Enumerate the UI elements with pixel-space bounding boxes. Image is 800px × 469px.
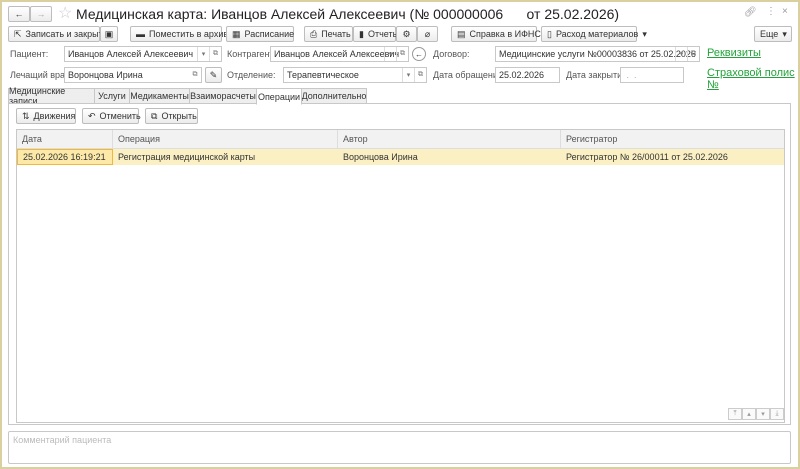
cancel-button[interactable]: ↶ Отменить (82, 108, 141, 124)
floppy-icon: ▣ (104, 28, 114, 39)
table-header: Дата Операция Автор Регистратор (17, 130, 784, 149)
column-header-registrar[interactable]: Регистратор (561, 130, 784, 148)
ifns-button[interactable]: ▤ Справка в ИФНС (451, 26, 541, 42)
calendar-icon: ▦ (232, 28, 241, 39)
edit-button[interactable]: ✎ (205, 67, 222, 83)
gears-icon: ⚙ (402, 28, 411, 39)
cell-author[interactable]: Воронцова Ирина (338, 149, 561, 165)
schedule-button[interactable]: ▦ Расписание (226, 26, 294, 42)
cell-registrar[interactable]: Регистратор № 26/00011 от 25.02.2026 (561, 149, 784, 165)
arrow-left-icon: ← (14, 9, 24, 19)
tab-medical-records[interactable]: Медицинские записи (8, 86, 95, 106)
printer-icon: ⎙ (310, 28, 318, 39)
page-title: Медицинская карта: Иванцов Алексей Алекс… (76, 6, 620, 22)
dropdown-icon[interactable]: ▾ (384, 47, 396, 61)
chevron-down-icon: ▾ (642, 28, 647, 39)
archive-icon: ▬ (136, 29, 145, 39)
open-button[interactable]: ⧉ Открыть (145, 108, 198, 124)
operations-table: Дата Операция Автор Регистратор 25.02.20… (16, 129, 785, 423)
open-icon[interactable]: ⧉ (209, 47, 221, 61)
window: ← → ☆ Медицинская карта: Иванцов Алексей… (0, 0, 800, 469)
star-icon[interactable]: ☆ (58, 3, 72, 23)
scroll-up-icon[interactable]: ▴ (742, 408, 756, 420)
more-button[interactable]: Еще ▾ (754, 26, 792, 42)
link-icon[interactable]: 🔗︎ (744, 7, 757, 18)
patient-label: Пациент: (10, 49, 49, 59)
column-header-operation[interactable]: Операция (113, 130, 338, 148)
column-header-author[interactable]: Автор (338, 130, 561, 148)
reports-button[interactable]: ▮ Отчеты (353, 26, 399, 42)
cell-date[interactable]: 25.02.2026 16:19:21 (17, 149, 113, 165)
tab-operations[interactable]: Операции (256, 88, 302, 105)
column-header-date[interactable]: Дата (17, 130, 113, 148)
paperclip-icon: ⌀ (424, 28, 431, 39)
insurance-policy-link[interactable]: Страховой полис № (707, 67, 798, 91)
settings-button[interactable]: ⚙ (396, 26, 417, 42)
contract-label: Договор: (433, 49, 470, 59)
dropdown-icon[interactable]: ▾ (197, 47, 209, 61)
dropdown-icon[interactable]: ▾ (675, 47, 687, 61)
movements-button[interactable]: ⇅ Движения (16, 108, 76, 124)
chevron-down-icon: ▾ (782, 28, 787, 39)
close-icon[interactable]: × (782, 6, 788, 17)
pencil-icon: ✎ (209, 69, 218, 80)
comment-field[interactable]: Комментарий пациента (8, 431, 791, 464)
tab-services[interactable]: Услуги (94, 88, 130, 104)
arrow-right-icon: → (36, 9, 46, 19)
scroll-top-icon[interactable]: ⤒ (728, 408, 742, 420)
back-button[interactable]: ← (8, 6, 30, 22)
open-icon[interactable]: ⧉ (687, 47, 699, 61)
doctor-field[interactable]: Воронцова Ирина ⧉ (64, 67, 202, 83)
save-close-button[interactable]: ⇱ Записать и закрыть (8, 26, 107, 42)
materials-button[interactable]: ▯ Расход материалов ▾ (541, 26, 647, 42)
visit-date-field[interactable]: 25.02.2026 (495, 67, 560, 83)
save-close-icon: ⇱ (14, 28, 22, 39)
arrow-circle-left-icon[interactable]: ← (412, 47, 426, 61)
scroll-down-icon[interactable]: ▾ (756, 408, 770, 420)
document-icon: ▤ (457, 28, 466, 39)
forward-button[interactable]: → (30, 6, 52, 22)
doctor-label: Лечащий врач: (10, 70, 73, 80)
department-label: Отделение: (227, 70, 276, 80)
contractor-label: Контрагент: (227, 49, 277, 59)
table-navigation: ⤒ ▴ ▾ ⤓ (728, 408, 784, 420)
undo-icon: ↶ (88, 110, 96, 121)
open-icon[interactable]: ⧉ (396, 47, 408, 61)
tab-additional[interactable]: Дополнительно (301, 88, 367, 104)
tab-panel: ⇅ Движения ↶ Отменить ⧉ Открыть Дата Операц… (8, 103, 791, 425)
tab-medications[interactable]: Медикаменты (129, 88, 190, 104)
tab-settlements[interactable]: Взаиморасчеты (189, 88, 257, 104)
patient-field[interactable]: Иванцов Алексей Алексеевич ▾ ⧉ (64, 46, 222, 62)
close-date-field[interactable]: . . (620, 67, 684, 83)
requisites-link[interactable]: Реквизиты (707, 47, 761, 59)
bar-chart-icon: ▮ (359, 28, 364, 39)
open-icon: ⧉ (151, 110, 158, 121)
contract-field[interactable]: Медицинские услуги №00003836 от 25.02.20… (495, 46, 700, 62)
archive-button[interactable]: ▬ Поместить в архив (130, 26, 228, 42)
dropdown-icon[interactable]: ▾ (402, 68, 414, 82)
sort-icon: ⇅ (22, 110, 30, 121)
open-icon[interactable]: ⧉ (189, 68, 201, 82)
cell-operation[interactable]: Регистрация медицинской карты (113, 149, 338, 165)
contractor-field[interactable]: Иванцов Алексей Алексеевич ▾ ⧉ (270, 46, 409, 62)
menu-dots-icon[interactable]: ⋮ (766, 6, 776, 17)
department-field[interactable]: Терапевтическое ▾ ⧉ (283, 67, 427, 83)
document-add-icon: ▯ (547, 28, 552, 39)
scroll-bottom-icon[interactable]: ⤓ (770, 408, 784, 420)
print-button[interactable]: ⎙ Печать (304, 26, 353, 42)
open-icon[interactable]: ⧉ (414, 68, 426, 82)
table-row[interactable]: 25.02.2026 16:19:21 Регистрация медицинс… (17, 149, 784, 165)
link-button[interactable]: ⌀ (417, 26, 438, 42)
save-button[interactable]: ▣ (100, 26, 118, 42)
